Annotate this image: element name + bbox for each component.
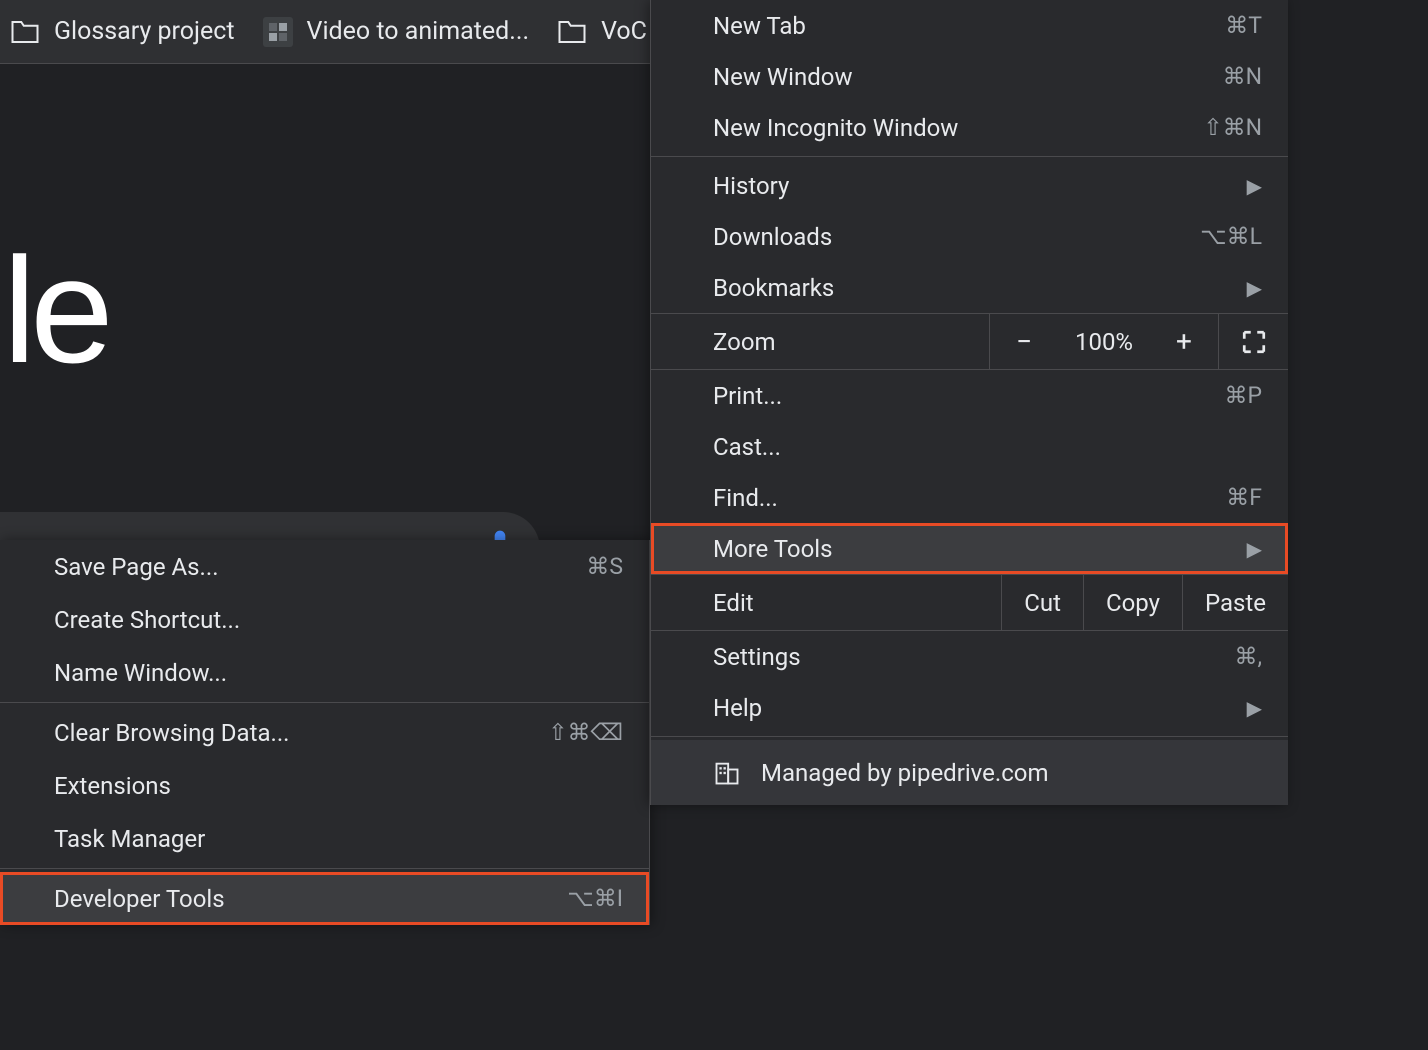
menu-save-page-as[interactable]: Save Page As... ⌘S — [0, 540, 649, 593]
zoom-value: 100% — [1058, 328, 1150, 356]
menu-managed-by[interactable]: Managed by pipedrive.com — [651, 740, 1288, 805]
chevron-right-icon: ▶ — [1247, 174, 1262, 198]
menu-separator — [0, 868, 649, 869]
google-logo: ogle — [0, 224, 108, 397]
menu-label: Task Manager — [54, 825, 205, 853]
menu-edit-row: Edit Cut Copy Paste — [651, 574, 1288, 631]
managed-label: Managed by pipedrive.com — [761, 759, 1049, 787]
menu-label: New Tab — [713, 12, 806, 40]
menu-new-incognito-window[interactable]: New Incognito Window ⇧⌘N — [651, 102, 1288, 153]
bookmark-glossary-project[interactable]: Glossary project — [10, 17, 235, 46]
menu-new-tab[interactable]: New Tab ⌘T — [651, 0, 1288, 51]
gif-icon — [263, 17, 293, 47]
menu-label: History — [713, 172, 789, 200]
menu-help[interactable]: Help ▶ — [651, 682, 1288, 733]
fullscreen-icon — [1241, 329, 1267, 355]
menu-cast[interactable]: Cast... — [651, 421, 1288, 472]
cut-button[interactable]: Cut — [1002, 575, 1084, 630]
menu-label: New Incognito Window — [713, 114, 958, 142]
zoom-out-button[interactable]: − — [990, 314, 1058, 369]
more-tools-submenu: Save Page As... ⌘S Create Shortcut... Na… — [0, 540, 650, 925]
menu-separator — [651, 736, 1288, 737]
chevron-right-icon: ▶ — [1247, 696, 1262, 720]
menu-shortcut: ⌘, — [1234, 643, 1262, 670]
menu-bookmarks[interactable]: Bookmarks ▶ — [651, 262, 1288, 313]
zoom-in-button[interactable]: + — [1150, 314, 1218, 369]
menu-label: Cast... — [713, 433, 781, 461]
menu-shortcut: ⌘P — [1224, 382, 1262, 409]
menu-label: Help — [713, 694, 762, 722]
fullscreen-button[interactable] — [1218, 314, 1288, 369]
menu-name-window[interactable]: Name Window... — [0, 646, 649, 699]
zoom-label: Zoom — [651, 314, 990, 369]
menu-task-manager[interactable]: Task Manager — [0, 812, 649, 865]
chevron-right-icon: ▶ — [1247, 537, 1262, 561]
paste-button[interactable]: Paste — [1183, 575, 1288, 630]
menu-shortcut: ⇧⌘⌫ — [548, 719, 623, 746]
menu-label: Clear Browsing Data... — [54, 719, 290, 747]
menu-find[interactable]: Find... ⌘F — [651, 472, 1288, 523]
menu-history[interactable]: History ▶ — [651, 160, 1288, 211]
menu-zoom-row: Zoom − 100% + — [651, 313, 1288, 370]
menu-label: Extensions — [54, 772, 171, 800]
menu-label: More Tools — [713, 535, 833, 563]
bookmark-label: Video to animated... — [307, 17, 530, 46]
menu-separator — [651, 156, 1288, 157]
menu-create-shortcut[interactable]: Create Shortcut... — [0, 593, 649, 646]
bookmark-video-animated[interactable]: Video to animated... — [263, 17, 530, 47]
menu-new-window[interactable]: New Window ⌘N — [651, 51, 1288, 102]
bookmark-label: Glossary project — [54, 17, 235, 46]
menu-shortcut: ⌥⌘L — [1200, 223, 1262, 250]
menu-developer-tools[interactable]: Developer Tools ⌥⌘I — [0, 872, 649, 925]
menu-shortcut: ⇧⌘N — [1203, 114, 1262, 141]
menu-label: Print... — [713, 382, 782, 410]
folder-icon — [557, 19, 587, 45]
building-icon — [713, 759, 741, 787]
menu-label: New Window — [713, 63, 852, 91]
chrome-main-menu: New Tab ⌘T New Window ⌘N New Incognito W… — [650, 0, 1288, 805]
menu-label: Settings — [713, 643, 801, 671]
menu-shortcut: ⌥⌘I — [567, 885, 623, 912]
menu-shortcut: ⌘S — [586, 553, 623, 580]
menu-shortcut: ⌘N — [1223, 63, 1262, 90]
copy-button[interactable]: Copy — [1084, 575, 1183, 630]
menu-label: Find... — [713, 484, 778, 512]
menu-downloads[interactable]: Downloads ⌥⌘L — [651, 211, 1288, 262]
menu-label: Bookmarks — [713, 274, 834, 302]
chevron-right-icon: ▶ — [1247, 276, 1262, 300]
menu-label: Developer Tools — [54, 885, 225, 913]
menu-shortcut: ⌘T — [1225, 12, 1262, 39]
menu-label: Create Shortcut... — [54, 606, 240, 634]
menu-label: Name Window... — [54, 659, 227, 687]
menu-label: Downloads — [713, 223, 832, 251]
menu-separator — [0, 702, 649, 703]
menu-label: Save Page As... — [54, 553, 219, 581]
folder-icon — [10, 19, 40, 45]
menu-shortcut: ⌘F — [1226, 484, 1262, 511]
menu-extensions[interactable]: Extensions — [0, 759, 649, 812]
edit-label: Edit — [651, 575, 1002, 630]
menu-clear-browsing-data[interactable]: Clear Browsing Data... ⇧⌘⌫ — [0, 706, 649, 759]
menu-print[interactable]: Print... ⌘P — [651, 370, 1288, 421]
menu-settings[interactable]: Settings ⌘, — [651, 631, 1288, 682]
menu-more-tools[interactable]: More Tools ▶ — [651, 523, 1288, 574]
